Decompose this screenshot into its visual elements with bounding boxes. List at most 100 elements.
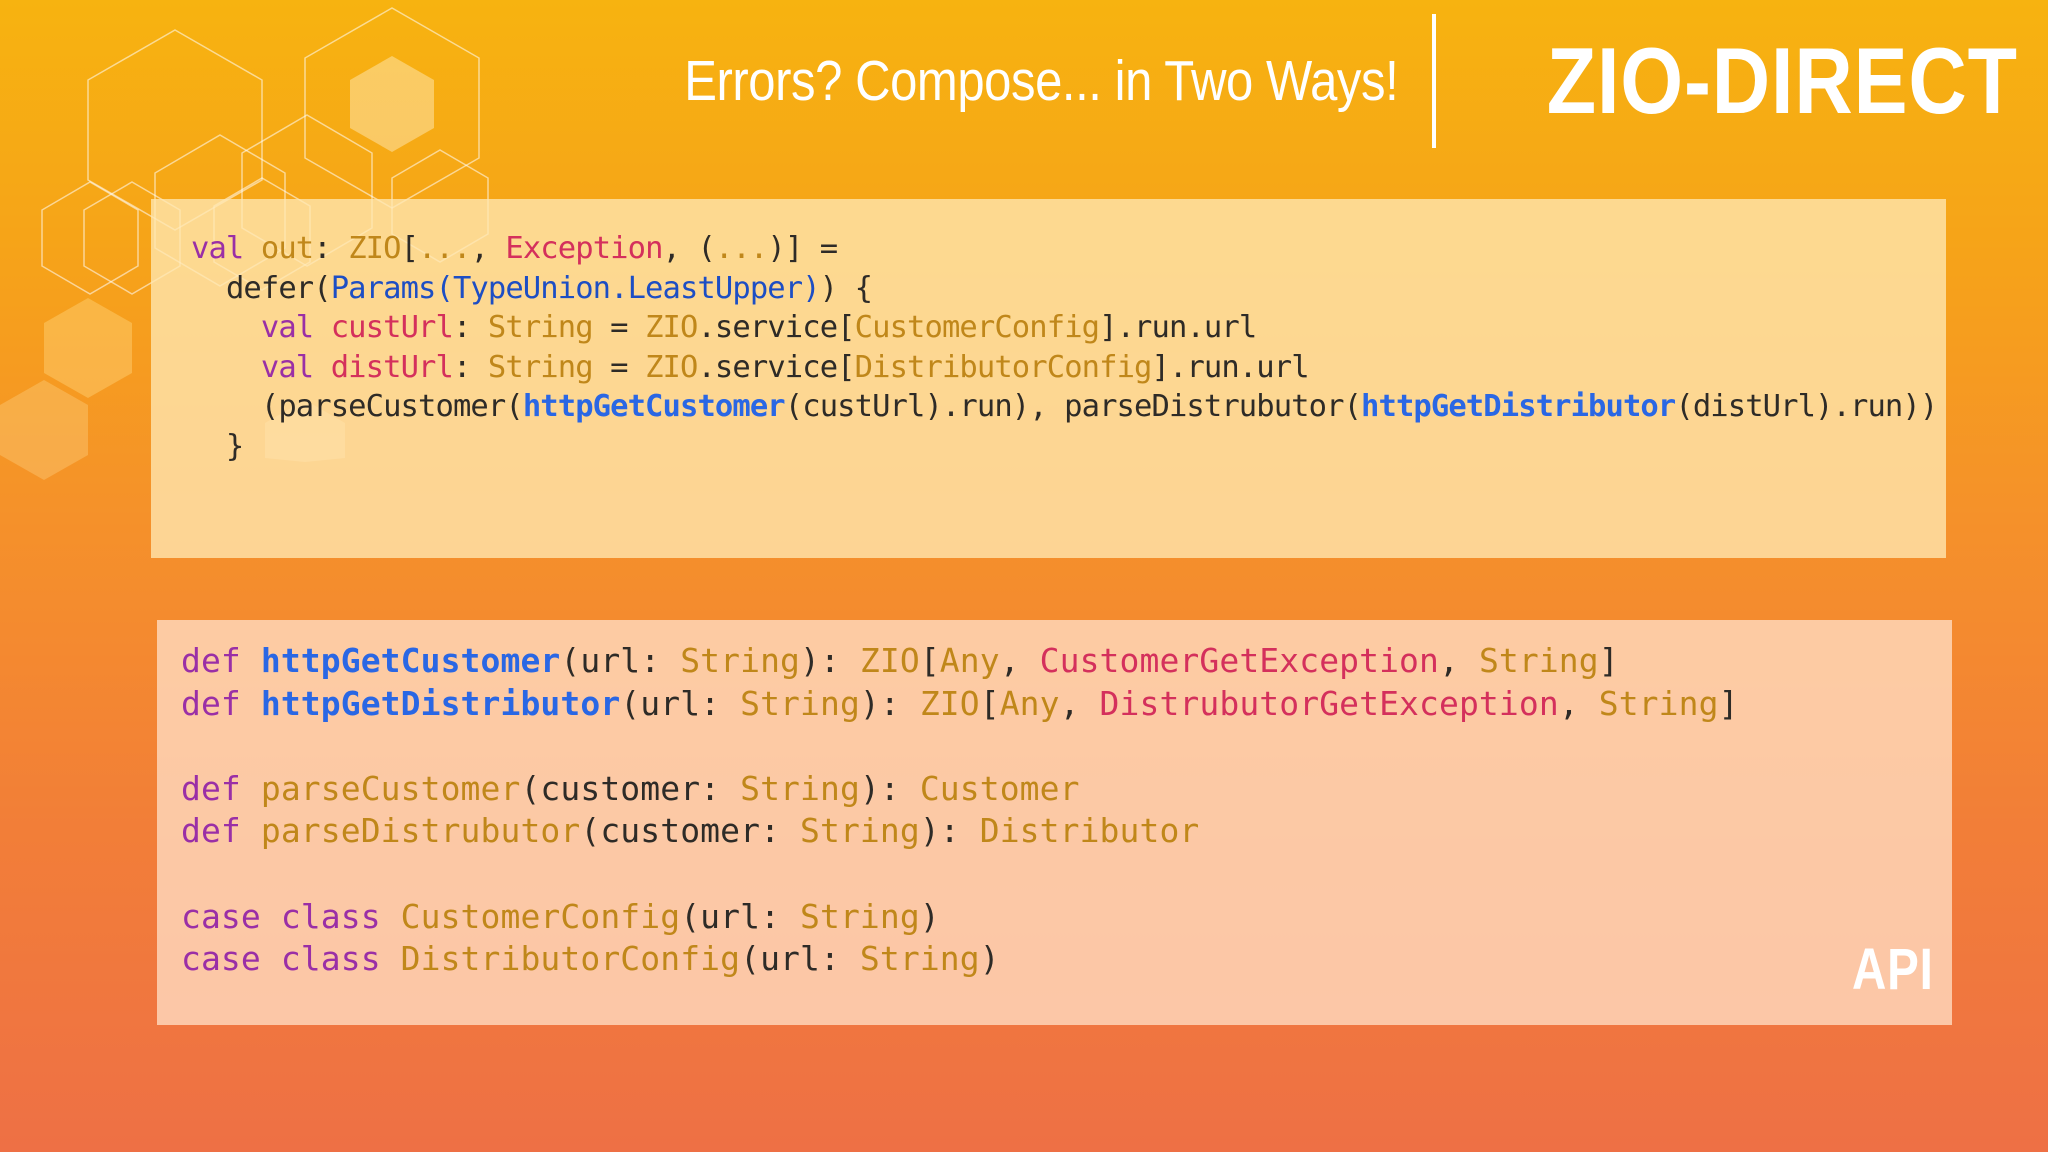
code-token: .service[ bbox=[697, 349, 855, 385]
code-token: def bbox=[181, 641, 241, 680]
code-token: String bbox=[1598, 683, 1719, 723]
code-token: , bbox=[1439, 641, 1479, 680]
code-token: String bbox=[680, 641, 801, 680]
code-token: ) bbox=[979, 939, 1000, 979]
code-token: parseCustomer bbox=[260, 768, 521, 808]
code-token: : bbox=[452, 310, 488, 346]
code-token: custUrl bbox=[330, 310, 454, 346]
code-token: (customer: bbox=[520, 768, 741, 808]
code-token: ZIO bbox=[645, 349, 698, 385]
code-token: (custUrl).run), parseDistrubutor( bbox=[784, 389, 1362, 425]
code-line: defer(Params(TypeUnion.LeastUpper)) { bbox=[191, 269, 1946, 309]
code-token: String bbox=[740, 683, 860, 723]
code-token: Customer bbox=[919, 768, 1080, 808]
code-line: } bbox=[191, 428, 244, 464]
code-token: val bbox=[260, 349, 314, 385]
code-token: String bbox=[800, 896, 920, 936]
code-line: val out: ZIO[..., Exception, (...)] = bbox=[191, 229, 1946, 269]
code-token: ) bbox=[767, 231, 785, 266]
code-token: (customer: bbox=[580, 811, 801, 851]
code-token: String bbox=[800, 811, 920, 851]
code-token: [ bbox=[400, 231, 419, 266]
code-token: ].run.url bbox=[1099, 310, 1257, 346]
code-token: ): bbox=[859, 768, 920, 808]
code-token: ): bbox=[919, 811, 980, 851]
code-token: ... bbox=[418, 231, 471, 266]
title-divider bbox=[1432, 14, 1437, 148]
code-token: val bbox=[191, 231, 244, 266]
code-token: = bbox=[592, 310, 646, 346]
code-token: (url: bbox=[680, 896, 801, 936]
code-token: case class bbox=[181, 939, 381, 979]
code-token: ] bbox=[1598, 641, 1619, 680]
code-token: CustomerConfig bbox=[854, 310, 1100, 346]
code-line: case class CustomerConfig(url: String) bbox=[181, 896, 1952, 939]
code-token: ] bbox=[784, 231, 803, 266]
code-token: httpGetCustomer bbox=[260, 641, 561, 680]
code-token: def bbox=[181, 683, 241, 723]
code-token: Params(TypeUnion.LeastUpper) bbox=[330, 270, 821, 306]
code-token: String bbox=[740, 768, 860, 808]
api-code-panel: def httpGetCustomer(url: String): ZIO[An… bbox=[157, 620, 1952, 1025]
code-token: , bbox=[999, 641, 1040, 680]
slide-title: Errors? Compose... in Two Ways! bbox=[684, 49, 1399, 113]
code-token: [ bbox=[919, 641, 940, 680]
brand-logo: ZIO-DIRECT bbox=[1546, 28, 2018, 133]
code-token: : bbox=[452, 349, 488, 385]
code-token: defer( bbox=[225, 270, 332, 306]
code-token: , bbox=[1059, 683, 1100, 723]
code-token: parseDistrubutor bbox=[260, 811, 581, 851]
code-token: Distributor bbox=[979, 811, 1200, 851]
code-token: ) { bbox=[819, 270, 873, 306]
code-token: httpGetDistributor bbox=[1361, 389, 1676, 425]
code-token: String bbox=[487, 310, 594, 346]
code-token: String bbox=[487, 349, 594, 385]
code-token: [ bbox=[979, 683, 1000, 723]
code-line: def parseCustomer(customer: String): Cus… bbox=[181, 768, 1952, 811]
code-token: (url: bbox=[620, 683, 741, 723]
code-line: val distUrl: String = ZIO.service[Distri… bbox=[191, 348, 1946, 388]
code-token: out bbox=[260, 231, 314, 266]
code-token: String bbox=[859, 939, 980, 979]
code-token: ZIO bbox=[645, 310, 698, 346]
code-token: ... bbox=[714, 231, 768, 266]
code-token: = bbox=[802, 231, 838, 266]
code-token: distUrl bbox=[330, 349, 454, 385]
code-line: case class DistributorConfig(url: String… bbox=[181, 938, 1952, 981]
slide-header: Errors? Compose... in Two Ways! ZIO-DIRE… bbox=[568, 14, 2018, 148]
code-token: httpGetDistributor bbox=[260, 683, 621, 723]
code-token: def bbox=[181, 811, 241, 851]
code-token: , bbox=[1558, 683, 1599, 723]
code-line: def httpGetDistributor(url: String): ZIO… bbox=[181, 683, 1952, 726]
code-token: , bbox=[470, 231, 506, 266]
code-token: DistributorConfig bbox=[400, 939, 741, 979]
api-badge: API bbox=[1852, 937, 1934, 1002]
code-token: Any bbox=[939, 641, 1000, 680]
code-line: def httpGetCustomer(url: String): ZIO[An… bbox=[181, 640, 1952, 683]
code-token: case class bbox=[181, 896, 381, 936]
code-line: def parseDistrubutor(customer: String): … bbox=[181, 810, 1952, 853]
code-token: val bbox=[260, 310, 314, 346]
code-token: (url: bbox=[560, 641, 681, 680]
code-token: ) bbox=[919, 896, 940, 936]
code-token: ): bbox=[859, 683, 920, 723]
code-token: = bbox=[592, 349, 646, 385]
code-token: (distUrl).run)) bbox=[1675, 389, 1938, 425]
code-token: (parseCustomer( bbox=[260, 389, 524, 425]
code-token: ): bbox=[800, 641, 860, 680]
code-token: ].run.url bbox=[1151, 349, 1310, 385]
direct-code-panel: val out: ZIO[..., Exception, (...)] = de… bbox=[151, 199, 1946, 558]
code-token: DistrubutorGetException bbox=[1099, 683, 1559, 723]
code-token: def bbox=[181, 768, 241, 808]
code-token: , bbox=[662, 231, 698, 266]
code-token: ZIO bbox=[919, 683, 980, 723]
code-line: (parseCustomer(httpGetCustomer(custUrl).… bbox=[191, 387, 1946, 427]
code-line: val custUrl: String = ZIO.service[Custom… bbox=[191, 308, 1946, 348]
code-token: ZIO bbox=[859, 641, 920, 680]
code-token: String bbox=[1478, 641, 1599, 680]
